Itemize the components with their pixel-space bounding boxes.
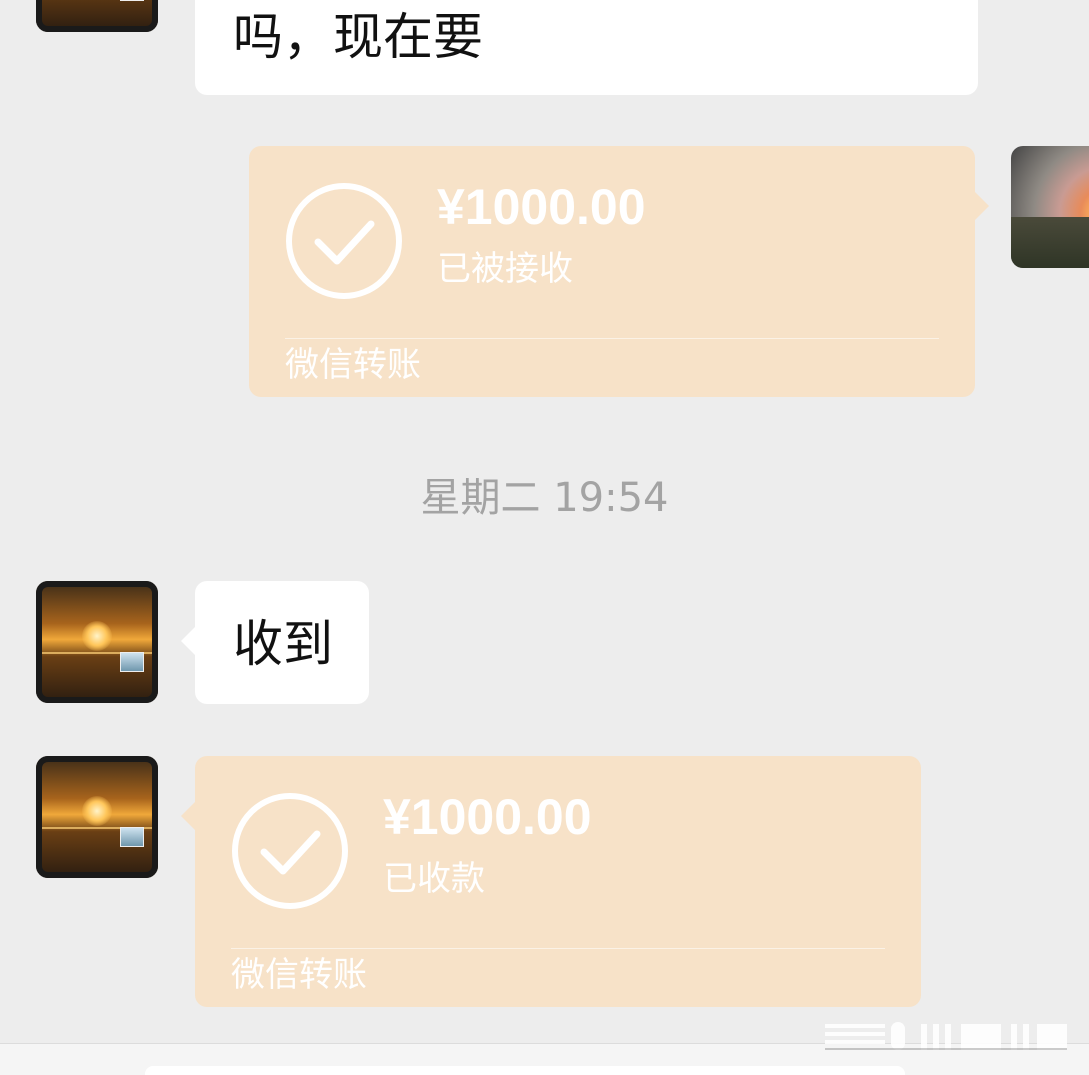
check-circle-icon	[232, 793, 348, 909]
transfer-divider	[231, 948, 885, 949]
transfer-card-received[interactable]: ¥1000.00 已收款 微信转账	[181, 756, 921, 1007]
contact-avatar[interactable]	[36, 756, 158, 878]
contact-avatar[interactable]	[36, 0, 158, 32]
transfer-brand-label: 微信转账	[285, 345, 421, 385]
chat-conversation: 吗，现在要 ¥1000.00 已被接收 微信转账 星期二 19:54 收到 ¥1…	[0, 0, 1089, 1075]
message-text: 吗，现在要	[233, 8, 483, 66]
message-timestamp: 星期二 19:54	[420, 475, 669, 521]
message-bubble-incoming[interactable]: 收到	[181, 581, 369, 704]
transfer-status: 已收款	[383, 859, 485, 899]
transfer-status: 已被接收	[437, 249, 573, 289]
message-text: 收到	[233, 615, 333, 673]
transfer-amount: ¥1000.00	[437, 179, 646, 235]
transfer-divider	[285, 338, 939, 339]
transfer-brand-label: 微信转账	[231, 955, 367, 995]
contact-avatar[interactable]	[36, 581, 158, 703]
transfer-card-sent[interactable]: ¥1000.00 已被接收 微信转账	[249, 146, 989, 397]
watermark-logo	[825, 1022, 1067, 1050]
message-input[interactable]	[145, 1066, 905, 1075]
check-circle-icon	[286, 183, 402, 299]
transfer-amount: ¥1000.00	[383, 789, 592, 845]
message-bubble-incoming[interactable]: 吗，现在要	[195, 0, 978, 95]
my-avatar[interactable]	[1011, 146, 1089, 268]
